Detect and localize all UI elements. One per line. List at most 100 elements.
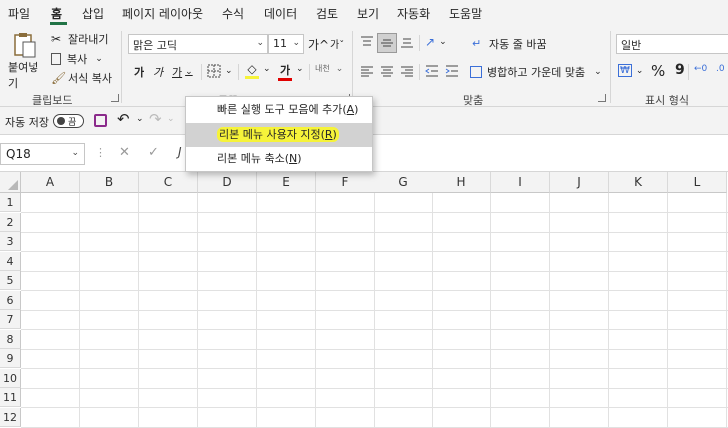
font-size-combo[interactable]: 11 ⌄ <box>268 34 304 54</box>
column-header-l[interactable]: L <box>668 172 727 193</box>
tab-review[interactable]: 검토 <box>316 5 338 22</box>
alignment-launcher-icon[interactable] <box>598 94 606 102</box>
chevron-down-icon[interactable]: ⌄ <box>167 114 175 124</box>
select-all-icon <box>8 180 18 190</box>
format-painter-button[interactable]: 🖌 서식 복사 <box>51 70 112 86</box>
font-color-swatch <box>278 78 292 81</box>
menu-item-collapse-ribbon[interactable]: 리본 메뉴 축소(N) <box>186 147 372 171</box>
decrease-indent-button[interactable] <box>425 64 439 78</box>
copy-button[interactable]: 복사 ⌄ <box>51 51 103 67</box>
column-header-g[interactable]: G <box>374 172 433 193</box>
align-middle-button[interactable] <box>377 33 397 53</box>
row-header-2[interactable]: 2 <box>0 213 21 232</box>
copy-dropdown-icon[interactable]: ⌄ <box>95 54 103 64</box>
more-icon: ⋮ <box>95 146 106 159</box>
chevron-down-icon[interactable]: ⌄ <box>296 64 304 74</box>
chevron-down-icon: ⌄ <box>635 65 644 76</box>
spreadsheet-grid[interactable]: ABCDEFGHIJKL 1 2 3 4 5 6 7 8 9 10 11 12 <box>0 172 728 428</box>
increase-decimal-icon: ←0 <box>694 64 708 74</box>
column-header-h[interactable]: H <box>432 172 491 193</box>
borders-icon <box>207 64 221 78</box>
undo-icon[interactable]: ↶ <box>117 110 130 128</box>
orientation-button[interactable]: ↗ ⌄ <box>425 35 447 49</box>
paste-button[interactable]: 붙여넣기 <box>8 31 42 91</box>
tab-formulas[interactable]: 수식 <box>222 5 244 22</box>
grow-font-button[interactable]: 가^ <box>308 36 329 53</box>
merge-center-button[interactable]: 병합하고 가운데 맞춤 ⌄ <box>470 64 602 80</box>
paste-label: 붙여넣기 <box>8 61 39 90</box>
decrease-indent-icon <box>425 65 438 77</box>
column-header-a[interactable]: A <box>21 172 80 193</box>
percent-button[interactable]: % <box>651 62 665 80</box>
underline-button[interactable]: 가 ⌄ <box>172 64 193 80</box>
group-separator <box>352 31 353 103</box>
row-header-12[interactable]: 12 <box>0 408 21 427</box>
column-header-f[interactable]: F <box>316 172 375 193</box>
row-header-4[interactable]: 4 <box>0 252 21 271</box>
align-center-button[interactable] <box>380 64 394 78</box>
row-header-5[interactable]: 5 <box>0 271 21 290</box>
comma-style-button[interactable]: 9 <box>675 62 685 78</box>
name-box[interactable]: Q18 ⌄ <box>0 143 85 165</box>
row-header-11[interactable]: 11 <box>0 388 21 407</box>
column-header-j[interactable]: J <box>550 172 609 193</box>
bold-button[interactable]: 가 <box>134 64 144 80</box>
row-header-1[interactable]: 1 <box>0 193 21 212</box>
fill-color-button[interactable]: ◇ <box>245 62 259 79</box>
wrap-text-button[interactable]: ↵ 자동 줄 바꿈 <box>472 36 547 52</box>
row-header-10[interactable]: 10 <box>0 369 21 388</box>
accounting-format-button[interactable]: ₩ ⌄ <box>618 64 643 77</box>
number-format-combo[interactable]: 일반 <box>616 34 728 54</box>
cut-button[interactable]: ✂ 잘라내기 <box>51 31 108 47</box>
save-icon[interactable] <box>94 114 107 127</box>
paste-icon <box>14 33 36 58</box>
align-bottom-button[interactable] <box>400 35 414 49</box>
accelerator-key: N <box>289 152 298 165</box>
column-header-c[interactable]: C <box>139 172 198 193</box>
row-header-9[interactable]: 9 <box>0 349 21 368</box>
redo-icon[interactable]: ↷ <box>149 110 162 128</box>
tab-help[interactable]: 도움말 <box>449 5 482 22</box>
tab-home[interactable]: 홈 <box>51 5 62 22</box>
clipboard-launcher-icon[interactable] <box>111 94 119 102</box>
wrap-text-label: 자동 줄 바꿈 <box>489 38 547 51</box>
column-header-i[interactable]: I <box>491 172 550 193</box>
align-left-button[interactable] <box>360 64 374 78</box>
tab-view[interactable]: 보기 <box>357 5 379 22</box>
column-header-d[interactable]: D <box>198 172 257 193</box>
decrease-decimal-button[interactable]: .0 <box>716 64 725 74</box>
italic-button[interactable]: 가 <box>153 64 163 80</box>
tab-insert[interactable]: 삽입 <box>82 5 104 22</box>
align-top-button[interactable] <box>360 35 374 49</box>
tab-page-layout[interactable]: 페이지 레이아웃 <box>122 5 203 22</box>
menu-item-add-to-qat[interactable]: 빠른 실행 도구 모음에 추가(A) <box>186 98 372 122</box>
menu-item-customize-ribbon[interactable]: 리본 메뉴 사용자 지정(R) <box>186 123 372 147</box>
cancel-icon[interactable]: ✕ <box>119 145 130 160</box>
merge-cells-icon <box>470 66 482 78</box>
enter-icon[interactable]: ✓ <box>148 145 159 160</box>
increase-indent-button[interactable] <box>445 64 459 78</box>
font-color-button[interactable]: 가 <box>278 62 292 81</box>
row-header-6[interactable]: 6 <box>0 291 21 310</box>
brush-icon: 🖌 <box>51 71 67 85</box>
row-header-3[interactable]: 3 <box>0 232 21 251</box>
borders-button[interactable]: ⌄ <box>207 64 233 78</box>
chevron-down-icon[interactable]: ⌄ <box>263 64 271 74</box>
column-header-e[interactable]: E <box>257 172 316 193</box>
autosave-toggle[interactable]: 끔 <box>53 114 84 128</box>
shrink-font-button[interactable]: 가ˇ <box>330 36 344 51</box>
chevron-down-icon[interactable]: ⌄ <box>136 114 144 124</box>
row-header-7[interactable]: 7 <box>0 310 21 329</box>
font-name-combo[interactable]: 맑은 고딕 ⌄ <box>128 34 268 54</box>
tab-data[interactable]: 데이터 <box>264 5 297 22</box>
align-right-button[interactable] <box>400 64 414 78</box>
tab-automate[interactable]: 자동화 <box>397 5 430 22</box>
row-header-8[interactable]: 8 <box>0 330 21 349</box>
select-all-button[interactable] <box>0 172 21 193</box>
column-header-k[interactable]: K <box>609 172 668 193</box>
phonetic-button[interactable]: 내천 ⌄ <box>315 63 343 74</box>
tab-file[interactable]: 파일 <box>8 5 30 22</box>
increase-decimal-button[interactable]: ←0 <box>694 64 707 74</box>
column-header-b[interactable]: B <box>80 172 139 193</box>
insert-function-icon[interactable]: J <box>178 145 182 159</box>
